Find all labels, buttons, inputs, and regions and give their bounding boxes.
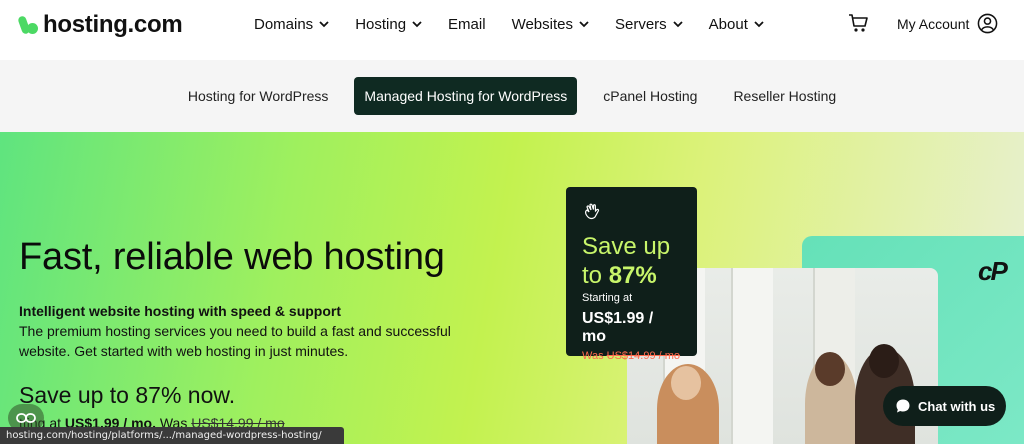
subnav-tabs: Hosting for WordPress Managed Hosting fo… xyxy=(0,77,1024,115)
nav-item-websites[interactable]: Websites xyxy=(512,16,589,33)
promo-save-percent: 87% xyxy=(608,262,657,289)
my-account-link[interactable]: My Account xyxy=(897,13,998,34)
promo-save-prefix: to xyxy=(582,262,609,289)
chat-bubble-icon xyxy=(896,399,910,413)
nav-item-label: About xyxy=(708,15,748,33)
hero-title: Fast, reliable web hosting xyxy=(19,236,445,278)
chevron-down-icon xyxy=(319,21,329,28)
chevron-down-icon xyxy=(412,21,422,28)
nav-item-label: Websites xyxy=(511,15,573,33)
person-head xyxy=(671,366,701,400)
nav-item-domains[interactable]: Domains xyxy=(254,16,329,33)
chevron-down-icon xyxy=(673,21,683,28)
sub-navigation: Hosting for WordPress Managed Hosting fo… xyxy=(0,60,1024,132)
cpanel-logo: cP xyxy=(978,256,1008,286)
tab-managed-hosting-for-wordpress[interactable]: Managed Hosting for WordPress xyxy=(354,77,578,115)
nav-item-about[interactable]: About xyxy=(709,16,764,33)
promo-save-line1: Save up xyxy=(582,233,671,260)
promo-starting-label: Starting at xyxy=(582,292,633,304)
chat-with-us-button[interactable]: Chat with us xyxy=(883,386,1006,426)
nav-item-label: Servers xyxy=(614,15,667,33)
window-pane xyxy=(731,268,773,444)
site-logo[interactable]: hosting.com xyxy=(17,11,183,39)
chat-label: Chat with us xyxy=(918,398,996,414)
person-head xyxy=(815,352,845,386)
promo-save-line2: to 87% xyxy=(582,261,681,290)
nav-item-label: Domains xyxy=(254,15,314,33)
nav-item-email[interactable]: Email xyxy=(448,16,486,33)
cart-icon[interactable] xyxy=(848,12,870,34)
promo-card[interactable]: Save up to 87% Starting at US$1.99 / mo … xyxy=(566,187,697,362)
hero-section: Fast, reliable web hosting Intelligent w… xyxy=(0,132,1024,444)
chevron-down-icon xyxy=(754,21,764,28)
promo-was-price: US$14.99 / mo xyxy=(606,350,681,362)
hero-save-text: Save up to 87% now. xyxy=(19,382,236,408)
promo-price: US$1.99 / mo xyxy=(582,310,654,345)
nav-item-hosting[interactable]: Hosting xyxy=(355,16,422,33)
tab-hosting-for-wordpress[interactable]: Hosting for WordPress xyxy=(178,77,339,115)
tab-reseller-hosting[interactable]: Reseller Hosting xyxy=(723,77,846,115)
logo-text: hosting.com xyxy=(43,11,183,38)
account-label: My Account xyxy=(897,15,970,32)
main-menu: Domains Hosting Email Websites Servers A… xyxy=(254,0,790,48)
nav-item-servers[interactable]: Servers xyxy=(615,16,683,33)
chevron-down-icon xyxy=(579,21,589,28)
hero-description: The premium hosting services you need to… xyxy=(19,323,451,359)
person-head xyxy=(869,344,899,378)
promo-save-text: Save up to 87% xyxy=(582,232,681,290)
logo-mark-icon xyxy=(17,14,40,36)
promo-was-line: Was US$14.99 / mo xyxy=(582,350,681,362)
nav-item-label: Email xyxy=(448,15,486,33)
top-navigation: hosting.com Domains Hosting Email Websit… xyxy=(0,0,1024,60)
waving-hand-icon xyxy=(585,203,600,220)
hero-subtitle: Intelligent website hosting with speed &… xyxy=(19,303,342,319)
chain-link-icon xyxy=(16,413,36,423)
nav-item-label: Hosting xyxy=(355,15,407,33)
tab-cpanel-hosting[interactable]: cPanel Hosting xyxy=(593,77,707,115)
promo-was-prefix: Was xyxy=(582,350,604,362)
browser-status-url: hosting.com/hosting/platforms/.../manage… xyxy=(0,427,344,444)
user-circle-icon xyxy=(978,13,998,34)
